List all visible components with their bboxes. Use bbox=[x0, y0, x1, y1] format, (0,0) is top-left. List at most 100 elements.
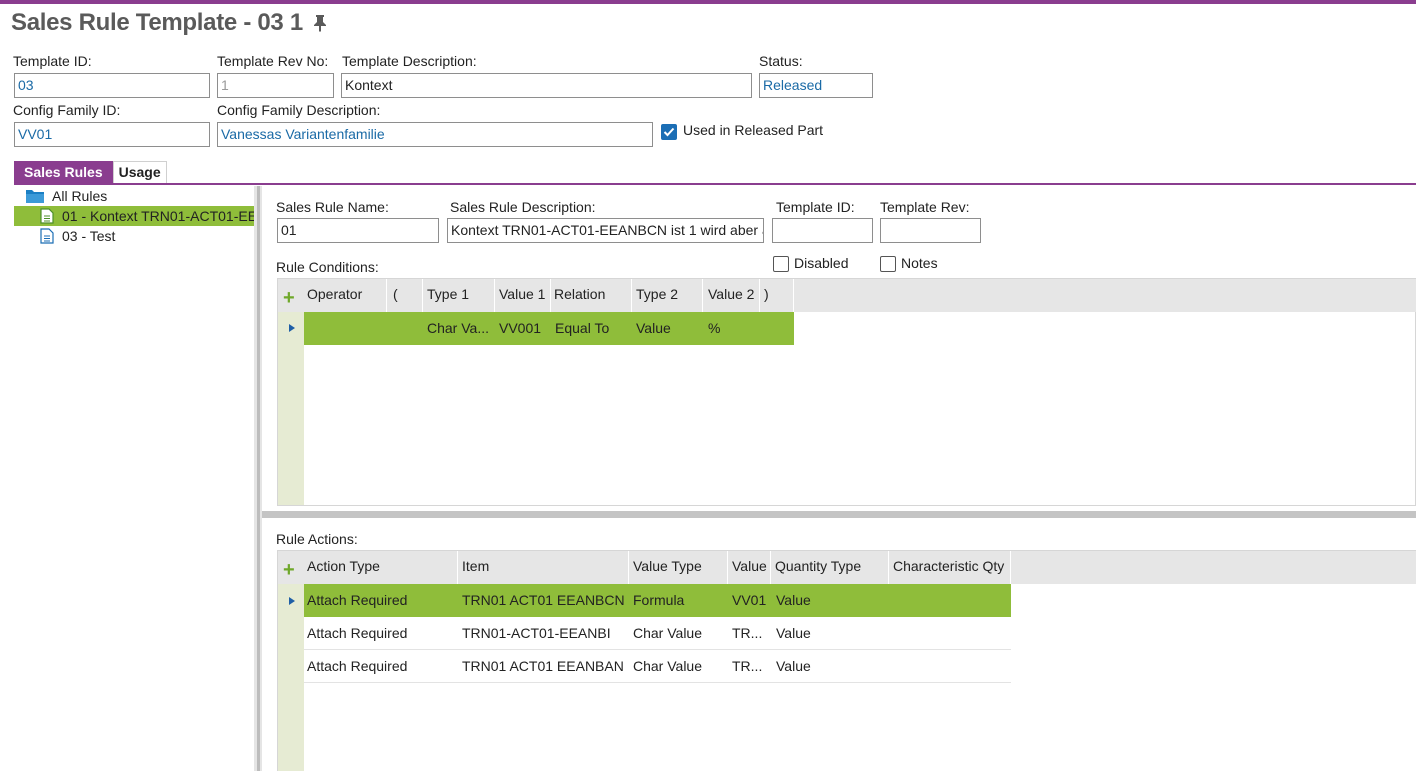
col-separator bbox=[631, 279, 632, 312]
col-quantity-type[interactable]: Quantity Type bbox=[775, 558, 861, 574]
tree-root-label: All Rules bbox=[52, 188, 108, 204]
conditions-row-gutter bbox=[278, 312, 304, 505]
col-separator bbox=[793, 279, 794, 312]
row-pointer-icon bbox=[289, 597, 295, 605]
cell-value: TR... bbox=[732, 625, 763, 641]
notes-checkbox[interactable] bbox=[880, 256, 896, 272]
config-family-description-label: Config Family Description: bbox=[217, 102, 381, 118]
tree-root-all-rules[interactable]: All Rules bbox=[26, 186, 254, 206]
config-family-id-label: Config Family ID: bbox=[13, 102, 121, 118]
template-rev-field[interactable]: 1 bbox=[217, 73, 334, 98]
cell-quantity-type: Value bbox=[776, 592, 811, 608]
table-row[interactable]: Char Va... VV001 Equal To Value % bbox=[304, 312, 794, 345]
cell-item: TRN01-ACT01-EEANBI bbox=[462, 625, 611, 641]
cell-type-2: Value bbox=[636, 320, 671, 336]
col-separator bbox=[888, 551, 889, 584]
folder-icon bbox=[26, 188, 44, 204]
template-rev-label: Template Rev No: bbox=[217, 53, 329, 69]
cell-value: VV01 bbox=[732, 592, 767, 608]
detail-template-id-field[interactable] bbox=[772, 218, 873, 243]
col-item[interactable]: Item bbox=[462, 558, 489, 574]
col-separator bbox=[457, 551, 458, 584]
col-separator bbox=[386, 279, 387, 312]
detail-template-rev-field[interactable] bbox=[880, 218, 981, 243]
cell-value: TR... bbox=[732, 658, 763, 674]
tab-bar: Sales Rules Usage bbox=[14, 161, 167, 183]
sales-rule-name-field[interactable]: 01 bbox=[277, 218, 439, 243]
document-icon bbox=[40, 228, 54, 244]
rule-actions-label: Rule Actions: bbox=[276, 531, 358, 547]
col-type-1[interactable]: Type 1 bbox=[427, 286, 469, 302]
col-separator bbox=[1010, 551, 1011, 584]
conditions-header: + Operator ( Type 1 Value 1 Relation Typ… bbox=[278, 279, 1416, 312]
tab-usage[interactable]: Usage bbox=[112, 161, 167, 183]
template-id-field[interactable]: 03 bbox=[14, 73, 210, 98]
document-icon bbox=[40, 208, 54, 224]
actions-header: + Action Type Item Value Type Value Quan… bbox=[278, 551, 1416, 584]
table-row[interactable]: Attach Required TRN01 ACT01 EEANBAN Char… bbox=[304, 650, 1011, 683]
detail-template-rev-label: Template Rev: bbox=[880, 199, 970, 215]
page-title-text: Sales Rule Template - 03 1 bbox=[11, 9, 303, 36]
add-condition-icon[interactable]: + bbox=[283, 288, 295, 308]
used-in-released-part-label: Used in Released Part bbox=[683, 122, 824, 138]
col-close-paren[interactable]: ) bbox=[764, 286, 769, 302]
cell-quantity-type: Value bbox=[776, 625, 811, 641]
actions-row-gutter bbox=[278, 584, 304, 771]
cell-value-1: VV001 bbox=[499, 320, 542, 336]
col-separator bbox=[628, 551, 629, 584]
col-separator bbox=[727, 551, 728, 584]
sales-rule-description-label: Sales Rule Description: bbox=[450, 199, 596, 215]
cell-item: TRN01 ACT01 EEANBAN bbox=[462, 658, 624, 674]
table-row[interactable]: Attach Required TRN01-ACT01-EEANBI Char … bbox=[304, 617, 1011, 650]
col-action-type[interactable]: Action Type bbox=[307, 558, 380, 574]
col-separator bbox=[422, 279, 423, 312]
cell-value-type: Char Value bbox=[633, 625, 703, 641]
col-separator bbox=[770, 551, 771, 584]
template-description-field[interactable]: Kontext bbox=[341, 73, 752, 98]
col-open-paren[interactable]: ( bbox=[393, 286, 398, 302]
col-separator bbox=[494, 279, 495, 312]
tree-item-rule-03[interactable]: 03 - Test bbox=[40, 226, 254, 246]
pin-icon[interactable] bbox=[313, 14, 327, 32]
cell-quantity-type: Value bbox=[776, 658, 811, 674]
tree-item-label: 03 - Test bbox=[62, 228, 116, 244]
rule-conditions-label: Rule Conditions: bbox=[276, 259, 379, 275]
cell-action-type: Attach Required bbox=[307, 625, 408, 641]
tab-sales-rules[interactable]: Sales Rules bbox=[14, 161, 113, 183]
cell-value-type: Char Value bbox=[633, 658, 703, 674]
disabled-checkbox[interactable] bbox=[773, 256, 789, 272]
tab-underline bbox=[14, 183, 1416, 185]
col-value-2[interactable]: Value 2 bbox=[708, 286, 754, 302]
top-accent-bar bbox=[0, 0, 1416, 4]
tree-item-rule-01[interactable]: 01 - Kontext TRN01-ACT01-EE bbox=[14, 206, 254, 226]
cell-type-1: Char Va... bbox=[427, 320, 489, 336]
horizontal-splitter[interactable] bbox=[262, 511, 1416, 518]
table-row[interactable]: Attach Required TRN01 ACT01 EEANBCN Form… bbox=[304, 584, 1011, 617]
detail-template-id-label: Template ID: bbox=[776, 199, 855, 215]
row-pointer-icon bbox=[289, 324, 295, 332]
col-relation[interactable]: Relation bbox=[554, 286, 605, 302]
col-operator[interactable]: Operator bbox=[307, 286, 362, 302]
config-family-id-field[interactable]: VV01 bbox=[14, 122, 210, 147]
used-in-released-part-checkbox[interactable] bbox=[661, 124, 677, 140]
sales-rule-description-field[interactable]: Kontext TRN01-ACT01-EEANBCN ist 1 wird a… bbox=[447, 218, 764, 243]
checkbox-checked-icon bbox=[663, 127, 675, 137]
status-field[interactable]: Released bbox=[759, 73, 873, 98]
add-action-icon[interactable]: + bbox=[283, 560, 295, 580]
config-family-description-field[interactable]: Vanessas Variantenfamilie bbox=[217, 122, 653, 147]
vertical-splitter[interactable] bbox=[254, 186, 262, 771]
cell-value-type: Formula bbox=[633, 592, 685, 608]
col-separator bbox=[759, 279, 760, 312]
rule-conditions-grid: + Operator ( Type 1 Value 1 Relation Typ… bbox=[277, 278, 1416, 506]
rules-tree: All Rules 01 - Kontext TRN01-ACT01-EE 03… bbox=[14, 186, 254, 771]
col-characteristic-qty[interactable]: Characteristic Qty bbox=[893, 558, 1004, 574]
col-separator bbox=[550, 279, 551, 312]
col-value-type[interactable]: Value Type bbox=[633, 558, 702, 574]
col-type-2[interactable]: Type 2 bbox=[636, 286, 678, 302]
status-label: Status: bbox=[759, 53, 803, 69]
template-description-label: Template Description: bbox=[342, 53, 477, 69]
cell-action-type: Attach Required bbox=[307, 592, 408, 608]
col-value[interactable]: Value bbox=[732, 558, 767, 574]
cell-relation: Equal To bbox=[555, 320, 610, 336]
col-value-1[interactable]: Value 1 bbox=[499, 286, 545, 302]
